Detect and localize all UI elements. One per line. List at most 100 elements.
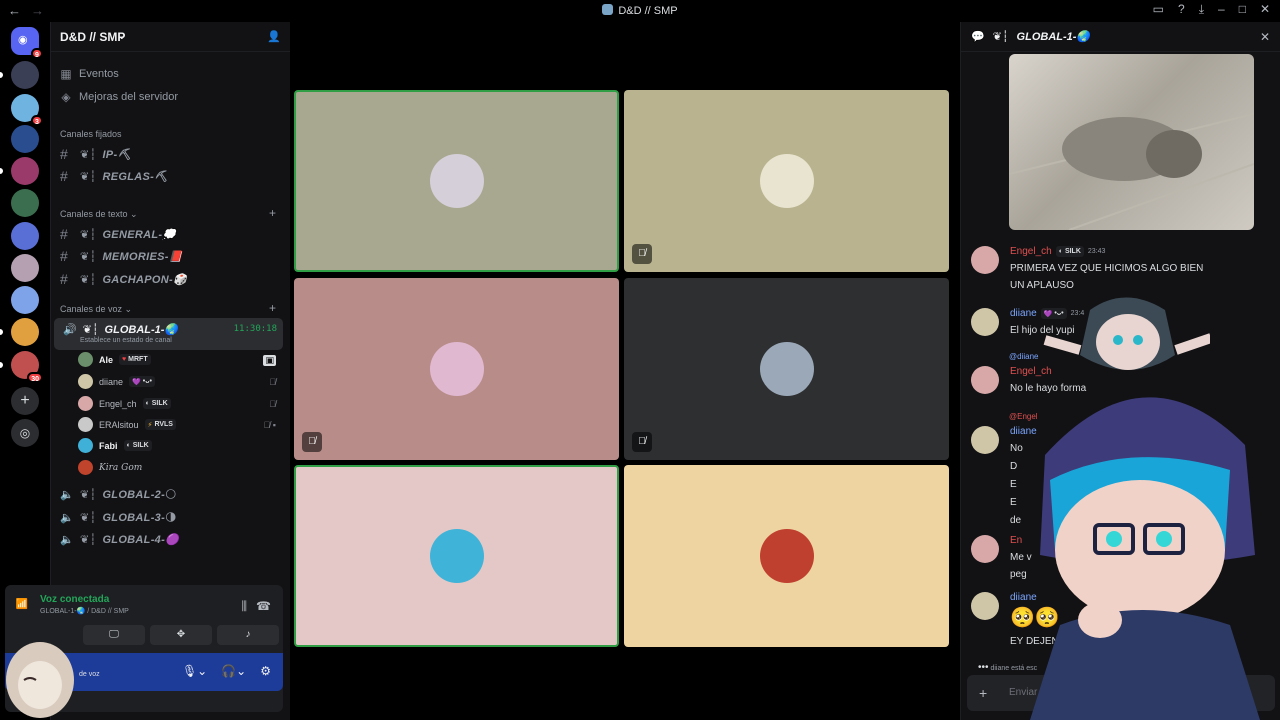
category-pinned[interactable]: Canales fijados: [60, 129, 122, 139]
soundboard-button[interactable]: ♪: [217, 625, 279, 645]
avatar: [759, 529, 814, 583]
voice-status[interactable]: Voz conectada: [40, 594, 109, 605]
channel-ip[interactable]: # ❦┆ IP-⛏: [60, 146, 132, 162]
discover-button[interactable]: ◎: [11, 419, 39, 447]
participant-tile[interactable]: [624, 465, 949, 647]
speaker-icon: 🔈: [60, 534, 74, 546]
server-icon-5[interactable]: [11, 189, 39, 217]
help-icon[interactable]: ?: [1178, 2, 1185, 17]
voice-channel-global-4[interactable]: 🔈 ❦┆ GLOBAL-4-🟣: [60, 533, 179, 546]
reply-reference[interactable]: @Engel: [1009, 412, 1038, 421]
avatar: [759, 342, 814, 396]
download-icon[interactable]: ⤓: [1199, 2, 1204, 17]
avatar[interactable]: [971, 246, 999, 274]
boost-icon: ◈: [61, 90, 71, 104]
message-input[interactable]: + Enviar me: [967, 675, 1275, 711]
guild-tag: 💜 •ᴗ•: [1040, 308, 1067, 319]
voice-user-fabi[interactable]: Fabi ◐ SILK: [78, 438, 152, 453]
add-voice-channel-icon[interactable]: +: [269, 301, 276, 315]
server-icon-6[interactable]: [11, 222, 39, 250]
participant-tile[interactable]: [294, 465, 619, 647]
add-channel-icon[interactable]: +: [269, 206, 276, 220]
avatar: [78, 352, 93, 367]
server-icon: [602, 4, 614, 15]
server-icon-9[interactable]: [11, 318, 39, 346]
channel-status[interactable]: Establece un estado de canal: [80, 337, 172, 344]
speaker-icon: 🔈: [60, 512, 74, 524]
maximize-icon[interactable]: □: [1239, 2, 1246, 17]
avatar: [429, 529, 484, 583]
voice-user-ale[interactable]: Ale ♥ MRFT: [78, 352, 151, 367]
server-folder[interactable]: 30: [11, 351, 43, 383]
participant-tile[interactable]: 🎙̸: [624, 278, 949, 460]
guild-tag: 💜 •ᴗ•: [129, 376, 155, 387]
avatar[interactable]: [971, 366, 999, 394]
home-button[interactable]: ◉ 9: [11, 27, 43, 59]
activities-button[interactable]: ✥: [150, 625, 212, 645]
disconnect-icon[interactable]: ☎: [256, 599, 271, 613]
guild-tag: ⚡ RVLS: [144, 419, 176, 430]
avatar: [78, 396, 93, 411]
server-header[interactable]: D&D // SMP ⌄ 👤: [51, 22, 290, 52]
close-window-icon[interactable]: ✕: [1260, 2, 1270, 17]
cat-photo: [1009, 113, 1254, 230]
voice-user-kira[interactable]: Kira Gom: [78, 460, 142, 475]
hash-icon: #: [60, 168, 69, 184]
category-text[interactable]: Canales de texto ⌄: [60, 209, 138, 220]
avatar: [78, 374, 93, 389]
voice-chat-panel: 💬 ❦┆ GLOBAL-1-🌏 ✕ Engel_ch ◐ SILK 23:43 PRIME…: [960, 22, 1280, 720]
voice-channel-global-2[interactable]: 🔈 ❦┆ GLOBAL-2-🌕: [60, 488, 177, 501]
chat-header: 💬 ❦┆ GLOBAL-1-🌏 ✕: [961, 22, 1280, 52]
avatar[interactable]: [971, 535, 999, 563]
settings-gear-icon[interactable]: ⚙: [260, 664, 271, 678]
invite-icon[interactable]: 👤: [267, 30, 281, 43]
hash-icon: #: [60, 226, 69, 242]
boosts-item[interactable]: ◈ Mejoras del servidor: [60, 90, 178, 104]
server-icon-4[interactable]: [11, 157, 39, 185]
attached-image[interactable]: [1009, 54, 1254, 230]
active-voice-channel[interactable]: 🔊 ❦┆ GLOBAL-1-🌏 11:30:18 Establece un esta…: [54, 318, 283, 350]
participant-tile[interactable]: [294, 90, 619, 272]
events-item[interactable]: ▦ Eventos: [60, 67, 118, 81]
participant-tile[interactable]: 🎙̸: [624, 90, 949, 272]
microphone-icon[interactable]: 🎙⌄: [182, 664, 207, 678]
window-title: D&D // SMP: [0, 4, 1280, 17]
server-icon-3[interactable]: [11, 125, 39, 153]
avatar[interactable]: [971, 592, 999, 620]
add-server-button[interactable]: +: [11, 387, 39, 415]
attach-plus-icon[interactable]: +: [979, 685, 987, 701]
minimize-icon[interactable]: –: [1218, 2, 1225, 17]
voice-channel-global-3[interactable]: 🔈 ❦┆ GLOBAL-3-🌗: [60, 511, 177, 524]
voice-user-eralsitou[interactable]: ERAlsitou ⚡ RVLS: [78, 417, 176, 432]
signal-icon[interactable]: 📶: [14, 599, 30, 615]
unread-indicator: [0, 362, 3, 368]
server-icon-7[interactable]: [11, 254, 39, 282]
channel-reglas[interactable]: # ❦┆ REGLAS-⛏: [60, 168, 168, 184]
discord-logo-icon: ◉: [18, 34, 28, 46]
voice-location[interactable]: GLOBAL-1-🌏 / D&D // SMP: [40, 607, 129, 615]
voice-user-diiane[interactable]: diiane 💜 •ᴗ•: [78, 374, 155, 389]
channel-gachapon[interactable]: # ❦┆ GACHAPON-🎲: [60, 271, 187, 287]
chevron-down-icon: ⌄: [118, 31, 126, 41]
noise-suppression-icon[interactable]: ⫼: [241, 599, 247, 614]
close-icon[interactable]: ✕: [1260, 30, 1270, 44]
server-icon-1[interactable]: [11, 61, 39, 89]
muted-mic-icon: 🎙̸: [269, 377, 276, 387]
chat-bubble-icon: 💬: [971, 31, 985, 43]
screen-share-button[interactable]: 🖵: [83, 625, 145, 645]
avatar[interactable]: [971, 426, 999, 454]
server-icon-8[interactable]: [11, 286, 39, 314]
participant-tile[interactable]: 🎙̸: [294, 278, 619, 460]
avatar[interactable]: [971, 308, 999, 336]
calendar-icon: ▦: [60, 67, 72, 81]
channel-general[interactable]: # ❦┆ GENERAL-💭: [60, 226, 176, 242]
headphones-icon[interactable]: 🎧⌄: [221, 664, 246, 678]
category-voice[interactable]: Canales de voz ⌄: [60, 304, 132, 315]
channel-memories[interactable]: # ❦┆ MEMORIES-📕: [60, 248, 183, 264]
server-icon-2[interactable]: 3: [11, 94, 43, 126]
inbox-icon[interactable]: ▭: [1153, 2, 1164, 17]
muted-mic-icon: 🎙̸ ▪: [263, 420, 276, 430]
voice-user-engel[interactable]: Engel_ch ◐ SILK: [78, 396, 171, 411]
call-timer: 11:30:18: [233, 324, 277, 334]
reply-reference[interactable]: @diiane: [1009, 352, 1038, 361]
